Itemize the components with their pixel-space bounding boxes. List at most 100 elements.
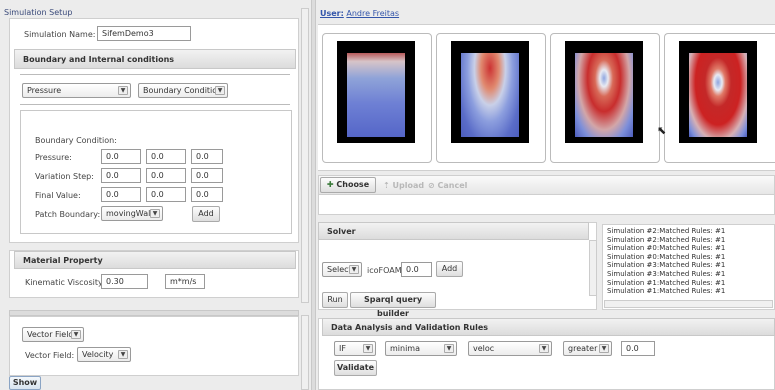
boundary-condition-label: Boundary Condition: — [35, 136, 117, 145]
user-info: User: Andre Freitas — [320, 9, 399, 18]
solver-header: Solver — [318, 222, 589, 240]
log-entry: Simulation #0:Matched Rules: #1 — [607, 252, 726, 261]
log-list: Simulation #2:Matched Rules: #1 Simulati… — [607, 227, 773, 299]
chevron-down-icon: ▼ — [118, 86, 128, 95]
pressure-label: Pressure: — [35, 153, 72, 162]
add-boundary-button[interactable]: Add — [192, 206, 220, 222]
output-panel — [9, 316, 299, 376]
simulation-thumbnail-3[interactable] — [550, 33, 660, 163]
simulation-name-label: Simulation Name: — [24, 30, 96, 39]
pressure-z-input[interactable]: 0.0 — [191, 149, 223, 164]
log-entry: Simulation #2:Matched Rules: #1 — [607, 235, 726, 244]
run-button[interactable]: Run — [322, 292, 348, 308]
add-solver-button[interactable]: Add — [436, 261, 463, 277]
chevron-down-icon: ▼ — [363, 344, 373, 353]
choose-button[interactable]: ✚ Choose — [320, 177, 376, 193]
chevron-down-icon: ▼ — [118, 350, 128, 359]
upload-button[interactable]: ⇡ Upload — [383, 181, 424, 190]
material-header: Material Property — [14, 251, 296, 269]
final-value-z-input[interactable]: 0.0 — [191, 187, 223, 202]
simulation-field-3 — [565, 41, 643, 143]
output-type-value: Vector Field — [27, 330, 74, 339]
variable-value: veloc — [473, 344, 495, 353]
cancel-label: Cancel — [437, 181, 468, 190]
operator-select[interactable]: greater ▼ — [563, 341, 612, 356]
chevron-down-icon: ▼ — [349, 265, 359, 274]
simulation-field-4 — [679, 41, 757, 143]
kinematic-viscosity-label: Kinematic Viscosity — [25, 278, 103, 287]
simulation-field-2 — [451, 41, 529, 143]
divider-line — [20, 74, 290, 75]
log-entry: Simulation #2:Matched Rules: #1 — [607, 227, 726, 235]
vector-field-select[interactable]: Velocity ▼ — [77, 347, 131, 362]
show-button[interactable]: Show — [9, 376, 41, 390]
variation-step-label: Variation Step: — [35, 172, 94, 181]
patch-boundary-value: movingWall — [106, 209, 153, 218]
boundary-type-value: Pressure — [27, 86, 62, 95]
function-select[interactable]: minima ▼ — [385, 341, 457, 356]
function-value: minima — [390, 344, 421, 353]
output-type-select[interactable]: Vector Field ▼ — [22, 327, 84, 342]
simulation-thumbnail-2[interactable] — [436, 33, 546, 163]
log-entry: Simulation #3:Matched Rules: #1 — [607, 261, 726, 270]
left-scrollbar[interactable] — [301, 8, 309, 303]
solver-select-value: Select — [327, 265, 352, 274]
chevron-down-icon: ▼ — [215, 86, 225, 95]
chevron-down-icon: ▼ — [150, 209, 160, 218]
final-value-y-input[interactable]: 0.0 — [146, 187, 186, 202]
upload-label: Upload — [392, 181, 425, 190]
operator-value: greater — [568, 344, 598, 353]
chevron-down-icon: ▼ — [444, 344, 454, 353]
boundary-mode-select[interactable]: Boundary Condition ▼ — [138, 83, 228, 98]
log-entry: Simulation #3:Matched Rules: #1 — [607, 269, 726, 278]
chevron-down-icon: ▼ — [599, 344, 609, 353]
log-entry: Simulation #1:Matched Rules: #1 — [607, 278, 726, 287]
choose-label: Choose — [336, 180, 370, 189]
patch-boundary-label: Patch Boundary: — [35, 210, 101, 219]
pressure-x-input[interactable]: 0.0 — [101, 149, 141, 164]
upload-icon: ⇡ — [383, 181, 390, 190]
user-prefix: User: — [320, 9, 344, 18]
plus-icon: ✚ — [326, 180, 334, 189]
column-splitter[interactable] — [311, 0, 316, 390]
viscosity-unit-input[interactable]: m*m/s — [165, 274, 205, 289]
boundary-type-select[interactable]: Pressure ▼ — [22, 83, 131, 98]
condition-select[interactable]: IF ▼ — [334, 341, 376, 356]
boundary-header: Boundary and Internal conditions — [14, 49, 296, 69]
chevron-down-icon: ▼ — [71, 330, 81, 339]
solver-name: icoFOAM — [367, 266, 402, 275]
boundary-mode-value: Boundary Condition — [143, 86, 223, 95]
variation-step-x-input[interactable]: 0.0 — [101, 168, 141, 183]
upload-area — [318, 195, 775, 215]
kinematic-viscosity-input[interactable]: 0.30 — [101, 274, 148, 289]
simulation-thumbnail-1[interactable] — [322, 33, 432, 163]
setup-title: Simulation Setup — [4, 8, 73, 17]
simulation-field-1 — [337, 41, 415, 143]
variation-step-y-input[interactable]: 0.0 — [146, 168, 186, 183]
vector-field-value: Velocity — [82, 350, 114, 359]
variation-step-z-input[interactable]: 0.0 — [191, 168, 223, 183]
log-entry: Simulation #0:Matched Rules: #1 — [607, 244, 726, 253]
log-horizontal-scrollbar[interactable] — [604, 300, 773, 308]
patch-boundary-select[interactable]: movingWall ▼ — [101, 206, 163, 221]
cancel-icon: ⊘ — [428, 181, 435, 190]
user-name-link[interactable]: Andre Freitas — [346, 9, 399, 18]
solver-select[interactable]: Select ▼ — [322, 262, 362, 277]
pressure-y-input[interactable]: 0.0 — [146, 149, 186, 164]
solver-value-input[interactable]: 0.0 — [401, 262, 432, 277]
validate-button[interactable]: Validate — [334, 360, 377, 376]
variable-select[interactable]: veloc ▼ — [468, 341, 552, 356]
simulation-name-input[interactable]: SifemDemo3 — [97, 26, 191, 41]
simulation-thumbnail-4[interactable] — [664, 33, 775, 163]
solver-scrollbar[interactable] — [589, 240, 597, 296]
mouse-cursor-icon: ⬉ — [657, 124, 667, 137]
threshold-input[interactable]: 0.0 — [621, 341, 655, 356]
condition-value: IF — [339, 344, 346, 353]
cancel-button[interactable]: ⊘ Cancel — [428, 181, 467, 190]
left-scrollbar-lower[interactable] — [301, 315, 309, 390]
sparql-query-builder-button[interactable]: Sparql query builder — [350, 292, 436, 318]
log-entry: Simulation #1:Matched Rules: #1 — [607, 287, 726, 296]
final-value-x-input[interactable]: 0.0 — [101, 187, 141, 202]
final-value-label: Final Value: — [35, 191, 81, 200]
divider-line — [20, 104, 290, 105]
